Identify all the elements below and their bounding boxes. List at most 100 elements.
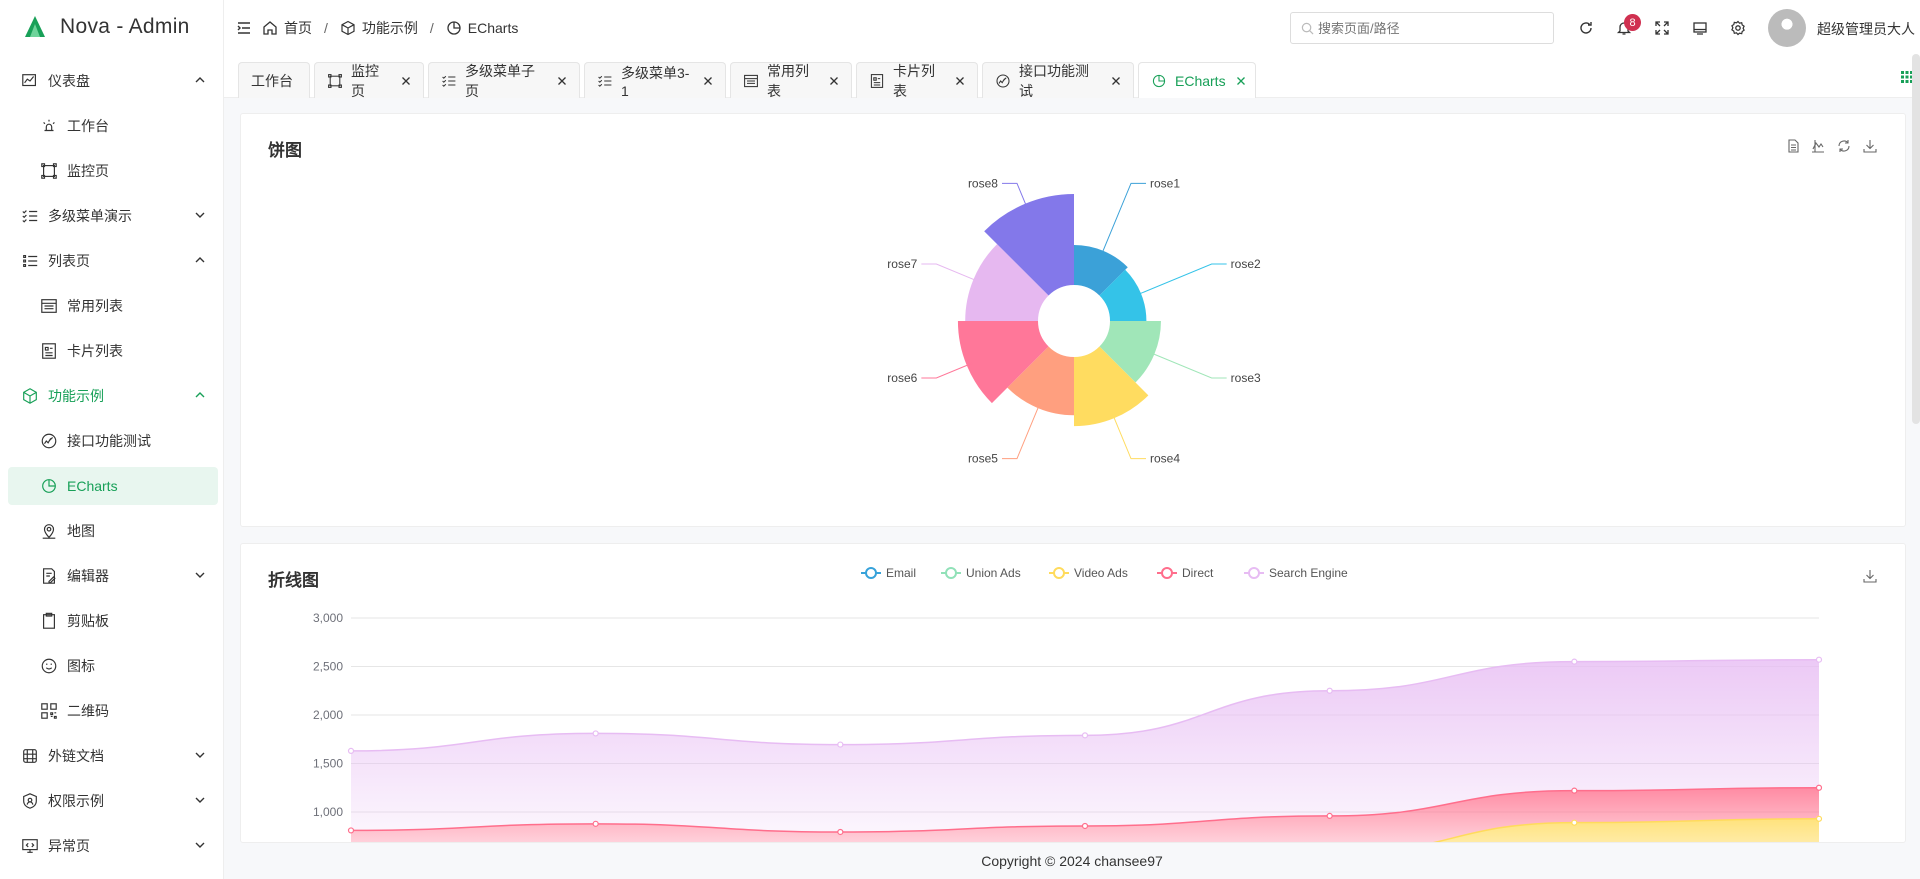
- data-point[interactable]: [1081, 822, 1089, 830]
- legend-item[interactable]: Direct: [1157, 566, 1214, 580]
- list-check-icon: [20, 206, 40, 226]
- close-icon[interactable]: [401, 76, 411, 86]
- tab-api-test[interactable]: 接口功能测试: [982, 62, 1134, 99]
- close-icon[interactable]: [557, 76, 567, 86]
- menu-api-test[interactable]: 接口功能测试: [8, 422, 218, 460]
- menu-list[interactable]: 列表页: [8, 242, 218, 280]
- breadcrumb-label: 功能示例: [361, 20, 418, 36]
- search-box[interactable]: [1290, 12, 1554, 44]
- reload-icon[interactable]: [1576, 18, 1596, 38]
- data-point[interactable]: [1326, 812, 1333, 819]
- menu-editor[interactable]: 编辑器: [8, 557, 218, 595]
- menu-common-list[interactable]: 常用列表: [8, 287, 218, 325]
- tab-multi-level-sub[interactable]: 多级菜单子页: [428, 62, 580, 99]
- data-point[interactable]: [837, 741, 844, 748]
- tab-common-list[interactable]: 常用列表: [730, 62, 852, 99]
- tab-multi-level-3-1[interactable]: 多级菜单3-1: [584, 62, 726, 99]
- legend-label: Search Engine: [1269, 566, 1348, 580]
- menu-fold-icon[interactable]: [236, 20, 252, 36]
- pie-label-line: [1135, 263, 1227, 297]
- y-tick-label: 1,500: [313, 757, 343, 771]
- menu-monitor[interactable]: 监控页: [8, 152, 218, 190]
- menu-workbench[interactable]: 工作台: [8, 107, 218, 145]
- menu-qrcode[interactable]: 二维码: [8, 692, 218, 730]
- menu-map[interactable]: 地图: [8, 512, 218, 550]
- menu-clipboard[interactable]: 剪贴板: [8, 602, 218, 640]
- menu-card-list[interactable]: 卡片列表: [8, 332, 218, 370]
- data-point[interactable]: [837, 828, 844, 836]
- data-point[interactable]: [1571, 658, 1578, 665]
- pie-chart-icon: [1151, 73, 1167, 89]
- rose-pie-chart[interactable]: rose1 rose2 rose3 rose4 rose5 rose6 rose7 rose8: [241, 114, 1907, 528]
- menu-exception[interactable]: 异常页: [8, 827, 218, 865]
- menu-icons[interactable]: 图标: [8, 647, 218, 685]
- cube-icon: [340, 20, 356, 36]
- menu-label: 异常页: [48, 838, 90, 854]
- data-point[interactable]: [1815, 784, 1823, 791]
- close-icon[interactable]: [1111, 76, 1121, 86]
- data-point[interactable]: [347, 827, 355, 834]
- breadcrumb-home[interactable]: 首页: [262, 18, 312, 38]
- menu-features[interactable]: 功能示例: [8, 377, 218, 415]
- logo[interactable]: Nova - Admin: [0, 0, 223, 54]
- chevron-down-icon[interactable]: [194, 749, 206, 761]
- close-icon[interactable]: [829, 76, 839, 86]
- stacked-area-chart[interactable]: Email Union Ads Video Ads Direct Search Engi…: [241, 544, 1906, 843]
- username[interactable]: 超级管理员大人: [1817, 19, 1915, 39]
- data-point[interactable]: [592, 730, 599, 737]
- tab-workbench[interactable]: 工作台: [238, 62, 310, 98]
- data-point[interactable]: [1081, 732, 1089, 739]
- chevron-up-icon[interactable]: [194, 389, 206, 401]
- chevron-down-icon[interactable]: [194, 794, 206, 806]
- menu-multi-level[interactable]: 多级菜单演示: [8, 197, 218, 235]
- legend-item[interactable]: Search Engine: [1244, 566, 1348, 580]
- data-point[interactable]: [1571, 787, 1578, 794]
- data-point[interactable]: [347, 747, 355, 754]
- settings-gear-icon[interactable]: [1728, 18, 1748, 38]
- close-icon[interactable]: [1236, 76, 1246, 86]
- tab-monitor[interactable]: 监控页: [314, 62, 424, 99]
- pie-label: rose1: [1150, 176, 1180, 190]
- legend-item[interactable]: Video Ads: [1049, 566, 1128, 580]
- chevron-down-icon[interactable]: [194, 839, 206, 851]
- data-point[interactable]: [1815, 815, 1823, 822]
- card-list-icon: [39, 341, 59, 361]
- copyright-text: Copyright © 2024 chansee97: [981, 853, 1163, 869]
- search-input[interactable]: [1318, 20, 1538, 36]
- menu-echarts[interactable]: ECharts: [8, 467, 218, 505]
- menu-dashboard[interactable]: 仪表盘: [8, 62, 218, 100]
- fullscreen-icon[interactable]: [1652, 18, 1672, 38]
- data-point[interactable]: [1571, 819, 1578, 826]
- chart-legend[interactable]: Email Union Ads Video Ads Direct Search Engi…: [861, 566, 1348, 580]
- menu-label: 权限示例: [48, 793, 104, 809]
- data-point[interactable]: [592, 820, 599, 827]
- notification-button[interactable]: 8: [1614, 14, 1641, 38]
- chevron-up-icon[interactable]: [194, 74, 206, 86]
- menu-permission[interactable]: 权限示例: [8, 782, 218, 820]
- y-tick-label: 3,000: [313, 611, 343, 625]
- alarm-icon: [39, 116, 59, 136]
- pie-label: rose4: [1150, 452, 1180, 466]
- chevron-down-icon[interactable]: [194, 209, 206, 221]
- chevron-down-icon[interactable]: [194, 569, 206, 581]
- tab-card-list[interactable]: 卡片列表: [856, 62, 978, 99]
- pie-label-line: [921, 362, 973, 379]
- data-point[interactable]: [1326, 687, 1333, 694]
- page-scrollbar[interactable]: [1912, 54, 1920, 424]
- chevron-up-icon[interactable]: [194, 254, 206, 266]
- tab-echarts[interactable]: ECharts: [1138, 62, 1256, 98]
- close-icon[interactable]: [703, 76, 713, 86]
- close-icon[interactable]: [955, 76, 965, 86]
- card-list-icon: [869, 73, 885, 89]
- legend-item[interactable]: Email: [861, 566, 916, 580]
- cube-icon: [20, 386, 40, 406]
- legend-item[interactable]: Union Ads: [941, 566, 1021, 580]
- y-tick-label: 2,000: [313, 708, 343, 722]
- menu-external-docs[interactable]: 外链文档: [8, 737, 218, 775]
- avatar[interactable]: [1768, 9, 1806, 47]
- layout-icon[interactable]: [1690, 18, 1710, 38]
- data-point[interactable]: [1815, 656, 1823, 663]
- breadcrumb-echarts[interactable]: ECharts: [446, 20, 518, 36]
- breadcrumb-feature[interactable]: 功能示例: [340, 18, 418, 38]
- list-icon: [20, 251, 40, 271]
